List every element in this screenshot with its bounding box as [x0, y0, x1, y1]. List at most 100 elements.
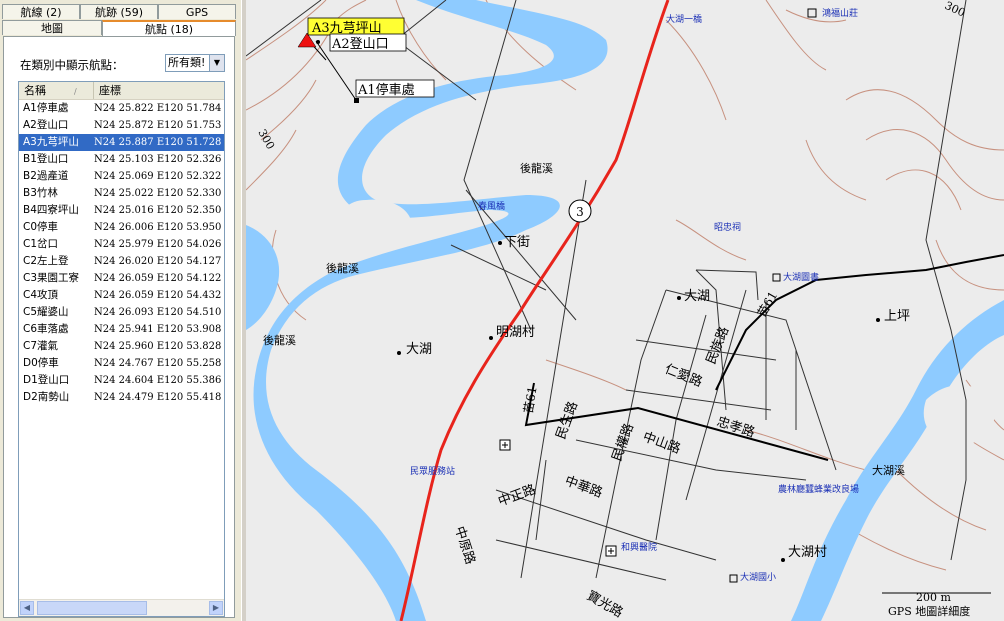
place-label: 後龍溪	[326, 261, 359, 275]
tab-waypoints[interactable]: 航點 (18)	[102, 20, 236, 36]
place-label: 大湖	[684, 289, 710, 304]
waypoint-coord: N24 26.059 E120 54.122	[94, 273, 222, 284]
waypoint-coord: N24 25.822 E120 51.784	[94, 103, 222, 114]
waypoint-name: C5耀婆山	[23, 306, 69, 318]
scrollbar-thumb[interactable]	[37, 601, 147, 615]
sort-icon: ∕	[74, 87, 77, 96]
list-item[interactable]: B3竹林 N24 25.022 E120 52.330	[19, 185, 224, 202]
place-label: 下街	[504, 235, 530, 250]
list-item[interactable]: C0停車 N24 26.006 E120 53.950	[19, 219, 224, 236]
list-item[interactable]: D2南勢山 N24 24.479 E120 55.418	[19, 389, 224, 406]
waypoint-coord: N24 26.006 E120 53.950	[94, 222, 222, 233]
waypoint-coord: N24 26.059 E120 54.432	[94, 290, 222, 301]
waypoint-name: D2南勢山	[23, 391, 70, 403]
waypoint-coord: N24 26.093 E120 54.510	[94, 307, 222, 318]
list-item[interactable]: B1登山口 N24 25.103 E120 52.326	[19, 151, 224, 168]
waypoint-coord: N24 25.960 E120 53.828	[94, 341, 222, 352]
category-select-value: 所有類!	[168, 56, 206, 69]
tab-row-top: 航線 (2) 航跡 (59) GPS	[2, 4, 236, 20]
list-item[interactable]: C3果園工寮 N24 26.059 E120 54.122	[19, 270, 224, 287]
poi-label: 和興醫院	[621, 541, 657, 553]
waypoint-name: A2登山口	[23, 119, 69, 131]
waypoint-label-a2[interactable]: A2登山口	[331, 37, 389, 52]
waypoint-coord: N24 25.887 E120 51.728	[94, 137, 222, 148]
waypoints-panel: 在類別中顯示航點： 所有類! ▼ 名稱 ∕ 座標 A1停車處 N24 25.822 …	[3, 36, 235, 618]
poi-label: 農林廳蠶蜂業改良場	[778, 483, 859, 495]
list-item[interactable]: A2登山口 N24 25.872 E120 51.753	[19, 117, 224, 134]
place-label: 明湖村	[496, 325, 535, 340]
tab-tracks[interactable]: 航跡 (59)	[80, 4, 158, 19]
tab-row-bottom: 地圖 航點 (18)	[2, 20, 236, 36]
poi-label: 大湖圖書	[783, 271, 819, 283]
waypoint-name: A1停車處	[23, 102, 69, 114]
poi-label: 昭忠祠	[714, 221, 741, 233]
list-item[interactable]: B2過產道 N24 25.069 E120 52.322	[19, 168, 224, 185]
tab-gps[interactable]: GPS	[158, 4, 236, 19]
waypoint-coord: N24 25.979 E120 54.026	[94, 239, 222, 250]
list-item[interactable]: C4攻頂 N24 26.059 E120 54.432	[19, 287, 224, 304]
list-item[interactable]: C5耀婆山 N24 26.093 E120 54.510	[19, 304, 224, 321]
waypoint-marker[interactable]	[354, 98, 359, 103]
horizontal-scrollbar[interactable]: ◀ ▶	[19, 599, 224, 616]
scroll-right-icon[interactable]: ▶	[209, 601, 223, 615]
column-header-coord[interactable]: 座標	[94, 82, 224, 99]
waypoint-name: B3竹林	[23, 187, 58, 199]
list-item[interactable]: C1岔口 N24 25.979 E120 54.026	[19, 236, 224, 253]
category-label: 在類別中顯示航點：	[20, 58, 124, 72]
waypoint-name: C3果園工寮	[23, 272, 80, 284]
waypoint-coord: N24 26.020 E120 54.127	[94, 256, 222, 267]
list-item[interactable]: A3九芎坪山 N24 25.887 E120 51.728	[19, 134, 224, 151]
list-header: 名稱 ∕ 座標	[19, 82, 224, 100]
poi-label: 大湖國小	[740, 571, 776, 583]
list-item[interactable]: C7灌氣 N24 25.960 E120 53.828	[19, 338, 224, 355]
scroll-left-icon[interactable]: ◀	[20, 601, 34, 615]
waypoint-label-a1[interactable]: A1停車處	[357, 82, 415, 98]
chevron-down-icon[interactable]: ▼	[209, 55, 224, 71]
place-label: 後龍溪	[520, 161, 553, 175]
waypoint-coord: N24 24.604 E120 55.386	[94, 375, 222, 386]
waypoint-coord: N24 25.069 E120 52.322	[94, 171, 222, 182]
poi-label: 大湖一橋	[666, 13, 702, 25]
list-item[interactable]: C6車落處 N24 25.941 E120 53.908	[19, 321, 224, 338]
category-select[interactable]: 所有類! ▼	[165, 54, 225, 72]
list-item[interactable]: D1登山口 N24 24.604 E120 55.386	[19, 372, 224, 389]
list-item[interactable]: A1停車處 N24 25.822 E120 51.784	[19, 100, 224, 117]
waypoint-name: C2左上登	[23, 255, 69, 267]
waypoint-name: C0停車	[23, 221, 59, 233]
list-item[interactable]: D0停車 N24 24.767 E120 55.258	[19, 355, 224, 372]
map-canvas[interactable]: 3 300 300 A3九芎坪山 A2登山口 A1停車處 後龍溪 後龍溪 後龍溪…	[246, 0, 1004, 621]
tab-routes[interactable]: 航線 (2)	[2, 4, 80, 19]
waypoint-coord: N24 24.767 E120 55.258	[94, 358, 222, 369]
place-label: 後龍溪	[263, 333, 296, 347]
scale-label: 200 m	[916, 591, 951, 604]
poi-label: 民眾服務站	[410, 465, 455, 477]
waypoint-name: A3九芎坪山	[23, 136, 79, 148]
waypoint-coord: N24 25.872 E120 51.753	[94, 120, 222, 131]
place-label: 大湖溪	[872, 463, 905, 477]
waypoint-coord: N24 25.103 E120 52.326	[94, 154, 222, 165]
map-detail-label: GPS 地圖詳細度	[888, 604, 970, 618]
left-panel: 航線 (2) 航跡 (59) GPS 地圖 航點 (18) 在類別中顯示航點： …	[0, 0, 242, 621]
waypoint-name: B2過產道	[23, 170, 69, 182]
waypoint-coord: N24 24.479 E120 55.418	[94, 392, 222, 403]
waypoint-marker[interactable]	[316, 40, 320, 44]
route-number: 3	[576, 205, 584, 219]
waypoint-list[interactable]: 名稱 ∕ 座標 A1停車處 N24 25.822 E120 51.784 A2登山口 N…	[18, 81, 225, 617]
map-view[interactable]: 3 300 300 A3九芎坪山 A2登山口 A1停車處 後龍溪 後龍溪 後龍溪…	[246, 0, 1004, 621]
waypoint-name: B4四寮坪山	[23, 204, 79, 216]
waypoint-name: C1岔口	[23, 238, 59, 250]
column-header-name[interactable]: 名稱 ∕	[19, 82, 94, 99]
list-item[interactable]: B4四寮坪山 N24 25.016 E120 52.350	[19, 202, 224, 219]
waypoint-name: C6車落處	[23, 323, 69, 335]
poi-label: 鴻福山莊	[822, 7, 858, 19]
waypoint-name: D0停車	[23, 357, 59, 369]
waypoint-name: C7灌氣	[23, 340, 59, 352]
waypoint-name: D1登山口	[23, 374, 70, 386]
list-item[interactable]: C2左上登 N24 26.020 E120 54.127	[19, 253, 224, 270]
waypoint-coord: N24 25.941 E120 53.908	[94, 324, 222, 335]
place-label: 上坪	[884, 309, 910, 324]
waypoint-name: B1登山口	[23, 153, 69, 165]
poi-label: 春風橋	[478, 200, 505, 212]
tab-map[interactable]: 地圖	[2, 20, 102, 35]
list-rows: A1停車處 N24 25.822 E120 51.784 A2登山口 N24 25.8…	[19, 100, 224, 406]
